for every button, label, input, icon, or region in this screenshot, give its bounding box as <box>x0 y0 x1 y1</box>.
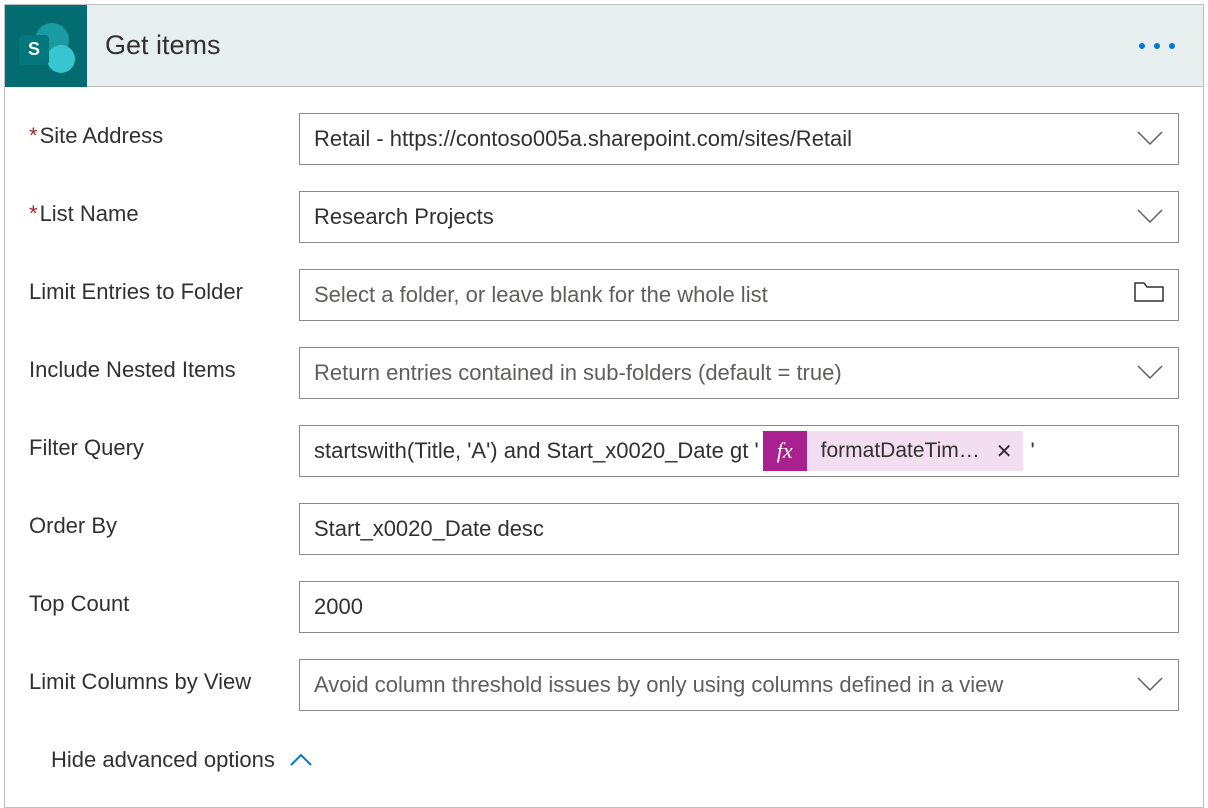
row-top-count: Top Count 2000 <box>29 581 1179 633</box>
row-filter-query: Filter Query startswith(Title, 'A') and … <box>29 425 1179 477</box>
close-icon[interactable]: ✕ <box>990 439 1023 464</box>
label-order-by: Order By <box>29 503 299 539</box>
row-site-address: *Site Address Retail - https://contoso00… <box>29 113 1179 165</box>
label-limit-folder: Limit Entries to Folder <box>29 269 299 305</box>
chevron-up-icon <box>289 747 313 773</box>
row-order-by: Order By Start_x0020_Date desc <box>29 503 1179 555</box>
action-card: S Get items *Site Address Retail - https… <box>4 4 1204 808</box>
chevron-down-icon[interactable] <box>1126 204 1164 230</box>
input-top-count[interactable]: 2000 <box>299 581 1179 633</box>
input-order-by[interactable]: Start_x0020_Date desc <box>299 503 1179 555</box>
row-limit-folder: Limit Entries to Folder Select a folder,… <box>29 269 1179 321</box>
label-list-name: *List Name <box>29 191 299 227</box>
action-title: Get items <box>105 30 221 61</box>
chevron-down-icon[interactable] <box>1126 672 1164 698</box>
more-menu-icon[interactable] <box>1139 43 1175 49</box>
label-site-address: *Site Address <box>29 113 299 149</box>
input-limit-folder[interactable]: Select a folder, or leave blank for the … <box>299 269 1179 321</box>
input-filter-query[interactable]: startswith(Title, 'A') and Start_x0020_D… <box>299 425 1179 477</box>
input-limit-columns[interactable]: Avoid column threshold issues by only us… <box>299 659 1179 711</box>
label-limit-columns: Limit Columns by View <box>29 659 299 695</box>
input-list-name[interactable]: Research Projects <box>299 191 1179 243</box>
hide-advanced-label: Hide advanced options <box>51 747 275 773</box>
fx-icon: fx <box>763 431 807 471</box>
input-include-nested[interactable]: Return entries contained in sub-folders … <box>299 347 1179 399</box>
folder-icon[interactable] <box>1126 281 1164 309</box>
chevron-down-icon[interactable] <box>1126 126 1164 152</box>
row-limit-columns: Limit Columns by View Avoid column thres… <box>29 659 1179 711</box>
label-top-count: Top Count <box>29 581 299 617</box>
chevron-down-icon[interactable] <box>1126 360 1164 386</box>
action-body: *Site Address Retail - https://contoso00… <box>5 87 1203 807</box>
sharepoint-logo: S <box>5 5 87 87</box>
input-site-address[interactable]: Retail - https://contoso005a.sharepoint.… <box>299 113 1179 165</box>
expression-label: formatDateTim… <box>821 439 990 463</box>
expression-token[interactable]: fx formatDateTim… ✕ <box>763 431 1023 471</box>
action-header[interactable]: S Get items <box>5 5 1203 87</box>
label-filter-query: Filter Query <box>29 425 299 461</box>
row-include-nested: Include Nested Items Return entries cont… <box>29 347 1179 399</box>
hide-advanced-toggle[interactable]: Hide advanced options <box>29 737 1179 797</box>
sharepoint-icon: S <box>19 35 49 65</box>
row-list-name: *List Name Research Projects <box>29 191 1179 243</box>
label-include-nested: Include Nested Items <box>29 347 299 383</box>
